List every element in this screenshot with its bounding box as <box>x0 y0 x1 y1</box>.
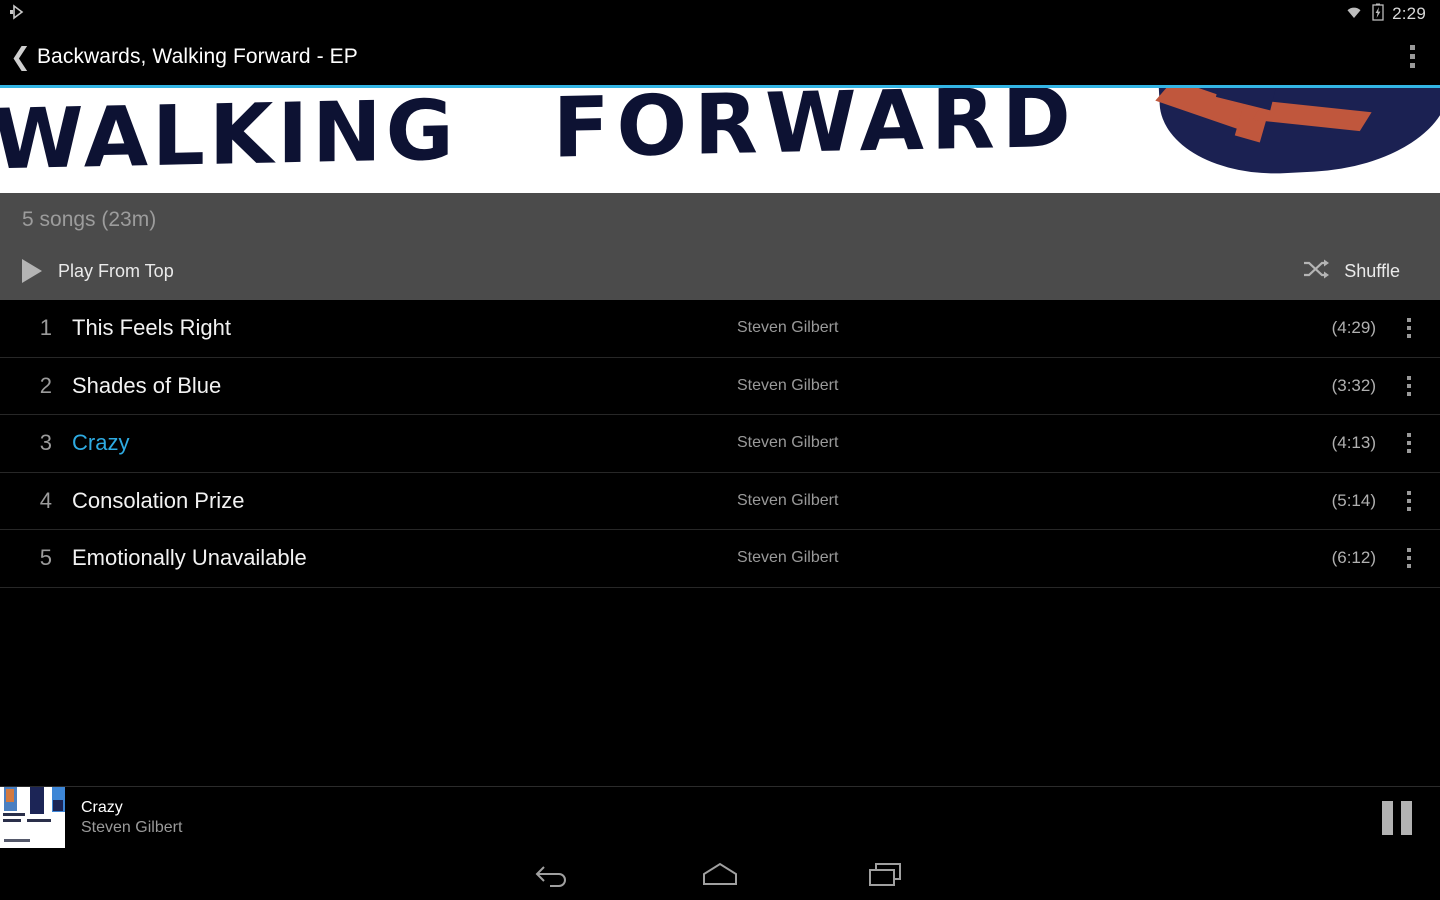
track-artist: Steven Gilbert <box>737 549 839 567</box>
track-artist: Steven Gilbert <box>737 491 839 509</box>
track-overflow-menu-icon[interactable] <box>1396 541 1422 575</box>
android-nav-bar <box>0 848 1440 900</box>
play-triangle-icon <box>22 259 42 283</box>
pause-icon[interactable] <box>1382 800 1412 835</box>
shuffle-button[interactable]: Shuffle <box>1302 258 1440 285</box>
battery-charging-icon <box>1372 3 1384 26</box>
album-header-actions: Play From Top Shuffle <box>0 248 1440 294</box>
track-title: This Feels Right <box>72 315 231 341</box>
track-number: 2 <box>39 372 52 398</box>
track-overflow-menu-icon[interactable] <box>1396 311 1422 345</box>
track-artist: Steven Gilbert <box>737 319 839 337</box>
track-row[interactable]: 5 Emotionally Unavailable Steven Gilbert (6… <box>0 530 1440 588</box>
song-count-label: 5 songs (23m) <box>22 208 157 231</box>
page-title: Backwards, Walking Forward - EP <box>36 44 358 68</box>
album-art-word-1: WALKING <box>0 88 458 189</box>
track-title: Crazy <box>72 430 130 456</box>
track-overflow-menu-icon[interactable] <box>1396 426 1422 460</box>
track-row[interactable]: 4 Consolation Prize Steven Gilbert (5:14) <box>0 472 1440 530</box>
mini-player[interactable]: Crazy Steven Gilbert <box>0 786 1440 849</box>
wifi-icon <box>1344 4 1364 25</box>
shuffle-icon <box>1302 258 1330 285</box>
track-duration: (3:32) <box>1331 375 1376 395</box>
play-from-top-label: Play From Top <box>58 260 174 281</box>
nav-recents-icon[interactable] <box>855 854 917 894</box>
track-number: 3 <box>39 430 52 456</box>
action-bar: ❮ Backwards, Walking Forward - EP <box>0 28 1440 85</box>
album-art-banner[interactable]: WALKING FORWARD <box>0 88 1440 193</box>
mini-player-artist: Steven Gilbert <box>81 818 183 836</box>
track-artist: Steven Gilbert <box>737 434 839 452</box>
track-overflow-menu-icon[interactable] <box>1396 369 1422 403</box>
track-duration: (6:12) <box>1331 548 1376 568</box>
track-duration: (4:29) <box>1331 318 1376 338</box>
music-app-screen: 2:29 ❮ Backwards, Walking Forward - EP W… <box>0 0 1440 900</box>
status-bar-clock: 2:29 <box>1392 4 1426 23</box>
overflow-menu-icon[interactable] <box>1398 40 1426 74</box>
nav-home-icon[interactable] <box>689 854 751 894</box>
album-art-word-2: FORWARD <box>552 88 1078 177</box>
track-duration: (5:14) <box>1331 490 1376 510</box>
mini-player-title: Crazy <box>81 798 123 816</box>
track-row[interactable]: 1 This Feels Right Steven Gilbert (4:29) <box>0 300 1440 358</box>
status-bar-notifications <box>8 3 26 26</box>
track-number: 4 <box>39 487 52 513</box>
track-title: Shades of Blue <box>72 372 222 398</box>
track-overflow-menu-icon[interactable] <box>1396 484 1422 518</box>
shuffle-label: Shuffle <box>1344 260 1400 281</box>
album-art-thumbnail[interactable] <box>0 786 65 849</box>
play-notification-icon <box>8 3 26 26</box>
track-list: 1 This Feels Right Steven Gilbert (4:29) 2 Sh… <box>0 300 1440 588</box>
track-title: Consolation Prize <box>72 487 245 513</box>
track-row[interactable]: 2 Shades of Blue Steven Gilbert (3:32) <box>0 357 1440 415</box>
album-header: 5 songs (23m) Play From Top Shuffle <box>0 193 1440 300</box>
track-row[interactable]: 3 Crazy Steven Gilbert (4:13) <box>0 415 1440 473</box>
track-title: Emotionally Unavailable <box>72 545 307 571</box>
back-chevron-icon[interactable]: ❮ <box>4 44 37 69</box>
status-bar: 2:29 <box>0 0 1440 28</box>
play-from-top-button[interactable]: Play From Top <box>0 259 174 283</box>
mini-player-text: Crazy Steven Gilbert <box>81 799 182 837</box>
album-art-text: WALKING FORWARD <box>0 88 1078 188</box>
nav-back-icon[interactable] <box>523 854 585 894</box>
track-artist: Steven Gilbert <box>737 376 839 394</box>
track-number: 1 <box>39 315 52 341</box>
track-number: 5 <box>39 545 52 571</box>
track-duration: (4:13) <box>1331 433 1376 453</box>
status-bar-indicators: 2:29 <box>1344 3 1430 26</box>
